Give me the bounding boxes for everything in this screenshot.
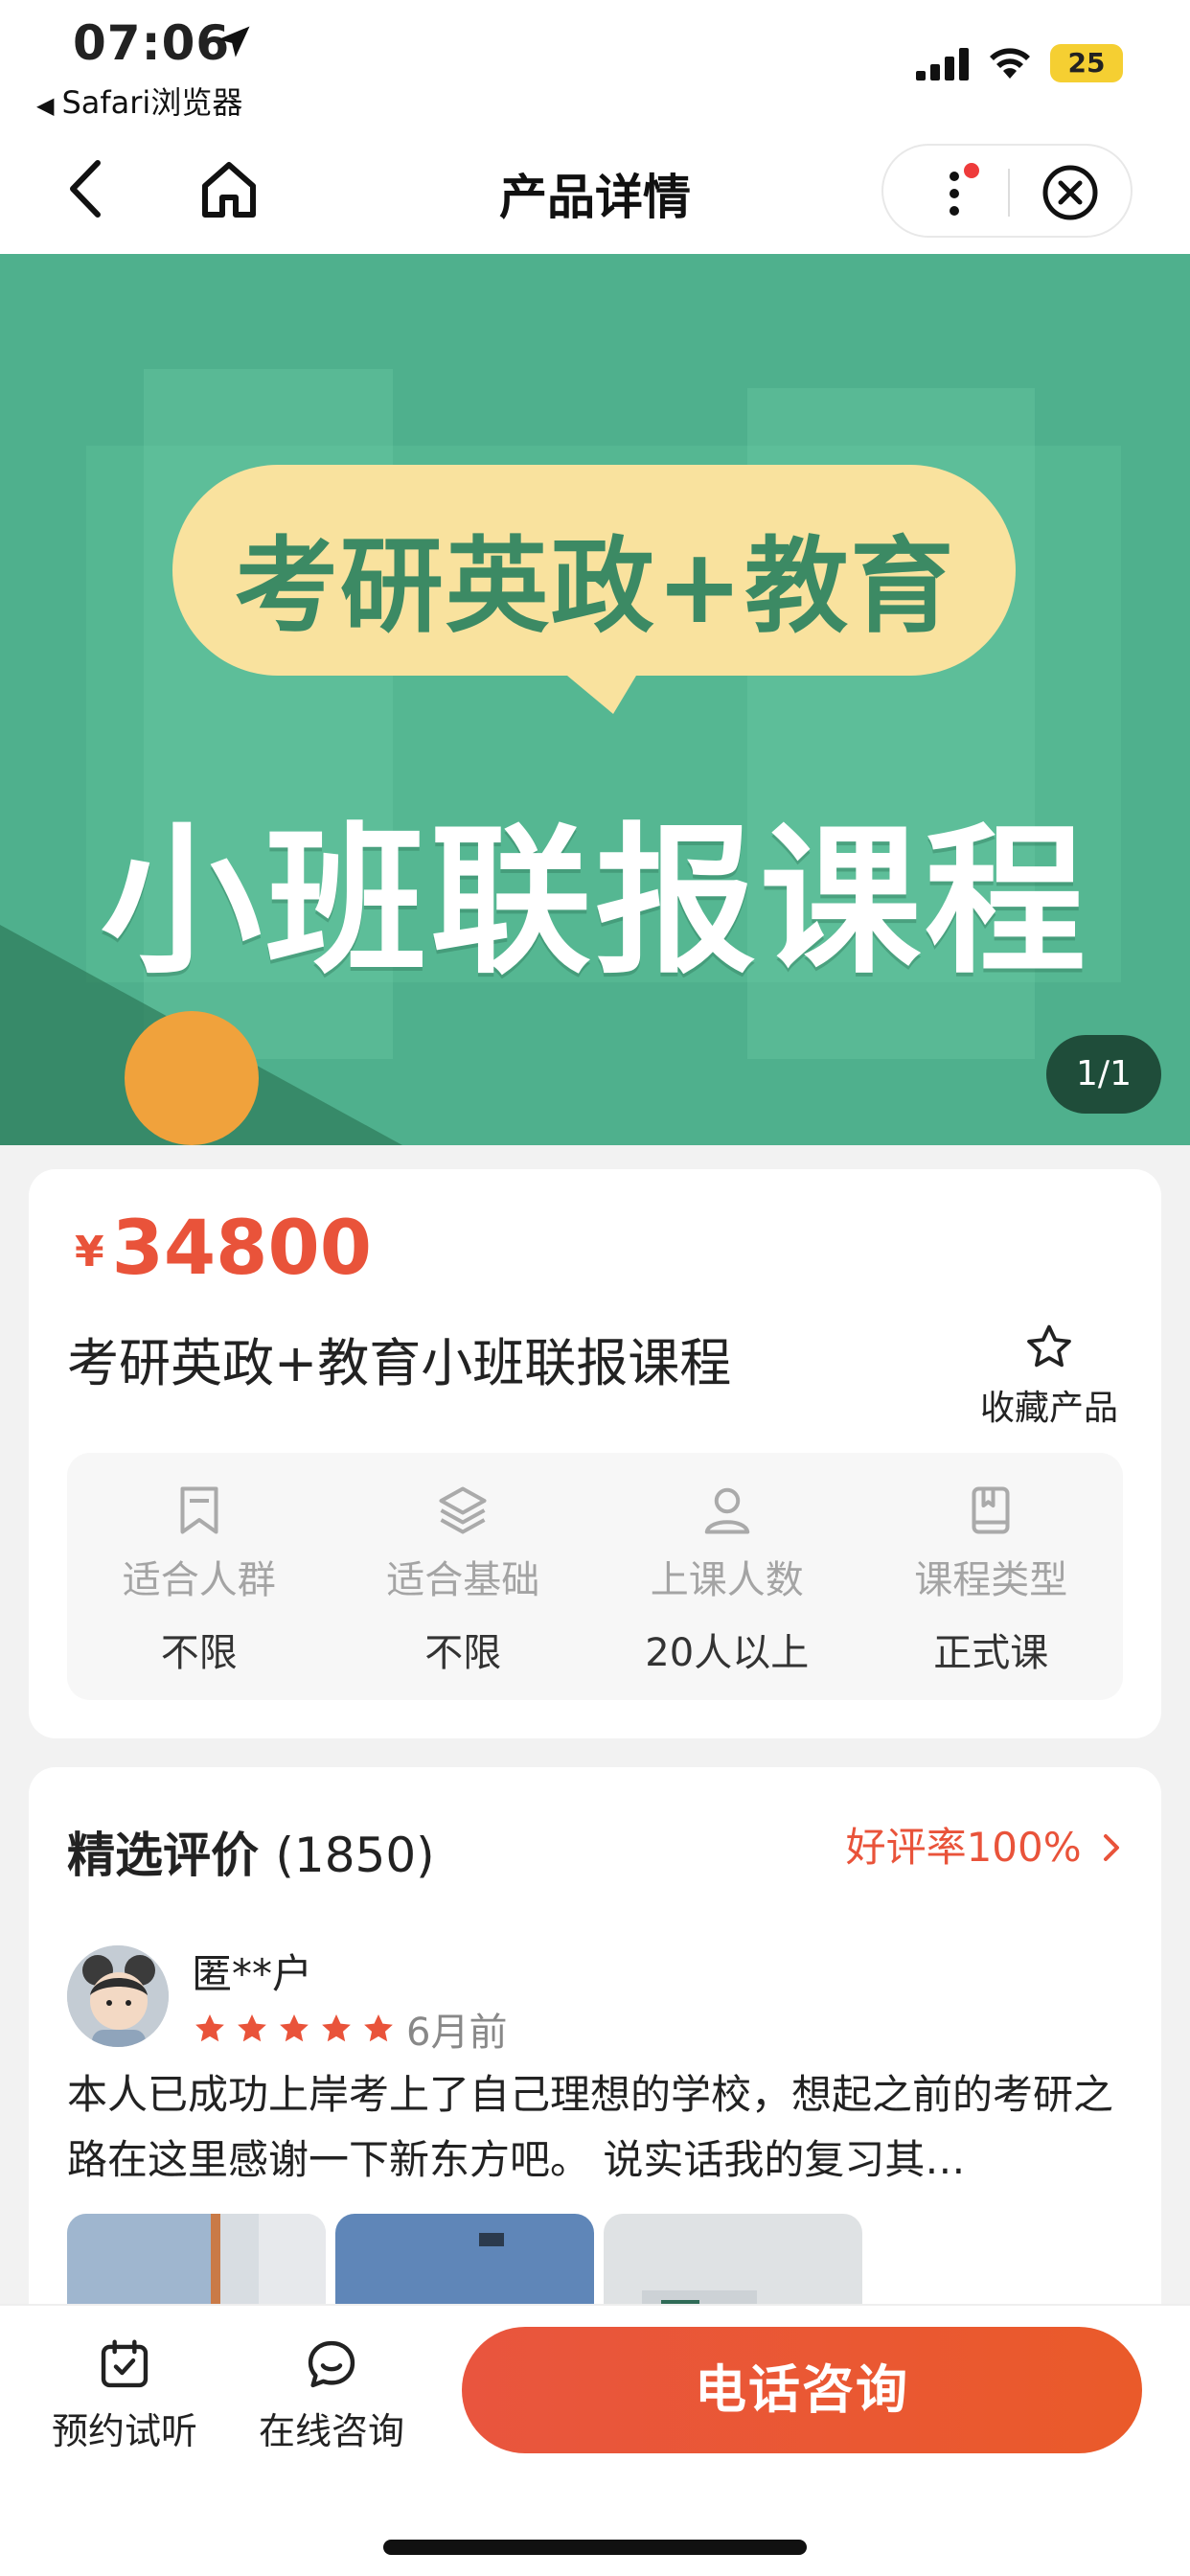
star-filled-icon (322, 2013, 351, 2042)
attribute-course-type: 课程类型 正式课 (859, 1453, 1124, 1700)
reviews-count: (1850) (275, 1828, 435, 1883)
reviews-card: 精选评价 (1850) 好评率100% 匿**户 6月前 本人已成功上岸考上了自… (29, 1767, 1161, 2304)
reviews-title: 精选评价 (1850) (67, 1817, 435, 1886)
banner-title-line1: 考研英政+教育 (234, 527, 956, 647)
review-time: 6月前 (406, 2011, 508, 2055)
back-to-safari[interactable]: ◀ Safari浏览器 (36, 79, 242, 123)
review-photo[interactable] (604, 2214, 862, 2304)
attribute-value: 正式课 (933, 1631, 1049, 1675)
favorite-button[interactable]: 收藏产品 (968, 1321, 1131, 1430)
banner-background (0, 254, 1190, 1145)
close-icon[interactable] (1041, 163, 1100, 222)
price-value: 34800 (111, 1206, 372, 1292)
positive-rate-label: 好评率100% (845, 1824, 1082, 1871)
star-filled-icon (238, 2013, 266, 2042)
star-filled-icon (280, 2013, 309, 2042)
review-photo[interactable] (335, 2214, 594, 2304)
currency-symbol: ¥ (75, 1228, 104, 1276)
star-filled-icon (195, 2013, 224, 2042)
cellular-signal-icon (916, 48, 969, 80)
product-name: 考研英政+教育小班联报课程 (67, 1333, 732, 1393)
chevron-right-icon (1104, 1834, 1119, 1861)
product-price: ¥34800 (75, 1206, 372, 1292)
review-photo[interactable] (67, 2214, 326, 2304)
capsule-divider (1008, 169, 1010, 217)
review-stars: 6月前 (192, 2001, 507, 2057)
product-attributes: 适合人群 不限 适合基础 不限 上课人数 20人以上 课程类型 正式课 (67, 1453, 1123, 1700)
book-trial-button[interactable]: 预约试听 (40, 2334, 209, 2454)
status-bar: 07:06 ◀ Safari浏览器 25 (0, 0, 1190, 134)
more-menu-icon[interactable] (935, 161, 983, 222)
chat-bubble-icon (308, 2340, 355, 2388)
person-icon (704, 1487, 749, 1534)
wifi-icon (990, 48, 1030, 79)
back-app-label: Safari浏览器 (61, 84, 243, 121)
star-outline-icon (1027, 1324, 1071, 1368)
banner-title-line2: 小班联报课程 (101, 808, 1089, 996)
bottom-action-bar: 预约试听 在线咨询 电话咨询 (0, 2304, 1190, 2576)
attribute-value: 20人以上 (645, 1631, 810, 1675)
attribute-label: 适合基础 (386, 1558, 540, 1602)
book-icon (972, 1486, 1010, 1534)
attribute-value: 不限 (160, 1631, 238, 1675)
review-text[interactable]: 本人已成功上岸考上了自己理想的学校，想起之前的考研之路在这里感谢一下新东方吧。 … (67, 2062, 1131, 2193)
product-info-card: ¥34800 考研英政+教育小班联报课程 收藏产品 适合人群 不限 适合基础 不… (29, 1169, 1161, 1738)
battery-indicator: 25 (1050, 44, 1123, 82)
attribute-level: 适合基础 不限 (332, 1453, 596, 1700)
layers-icon (439, 1486, 487, 1534)
attribute-label: 上课人数 (650, 1558, 804, 1602)
online-chat-label: 在线咨询 (258, 2410, 404, 2452)
nav-bar: 产品详情 (0, 134, 1190, 254)
home-indicator (383, 2540, 807, 2555)
miniapp-capsule (881, 144, 1133, 238)
location-arrow-icon (217, 26, 250, 58)
review-photos (67, 2214, 872, 2304)
phone-consult-button[interactable]: 电话咨询 (462, 2327, 1142, 2453)
reviews-title-text: 精选评价 (67, 1828, 259, 1883)
reviewer-avatar (67, 1945, 169, 2047)
bookmark-icon (180, 1486, 218, 1534)
attribute-audience: 适合人群 不限 (67, 1453, 332, 1700)
star-filled-icon (364, 2013, 393, 2042)
positive-rate-link[interactable]: 好评率100% (846, 1815, 1123, 1874)
attribute-label: 适合人群 (122, 1558, 276, 1602)
attribute-value: 不限 (424, 1631, 502, 1675)
product-banner[interactable]: 考研英政+教育 小班联报课程 1/1 (0, 254, 1190, 1145)
reviewer-name: 匿**户 (192, 1950, 313, 1997)
banner-page-indicator: 1/1 (1046, 1035, 1161, 1114)
book-trial-label: 预约试听 (51, 2410, 197, 2452)
attribute-class-size: 上课人数 20人以上 (595, 1453, 859, 1700)
attribute-label: 课程类型 (914, 1558, 1068, 1602)
favorite-label: 收藏产品 (979, 1389, 1118, 1428)
status-time: 07:06 (73, 15, 231, 71)
calendar-check-icon (101, 2339, 149, 2388)
online-chat-button[interactable]: 在线咨询 (247, 2334, 416, 2454)
back-triangle-icon: ◀ (36, 92, 55, 119)
